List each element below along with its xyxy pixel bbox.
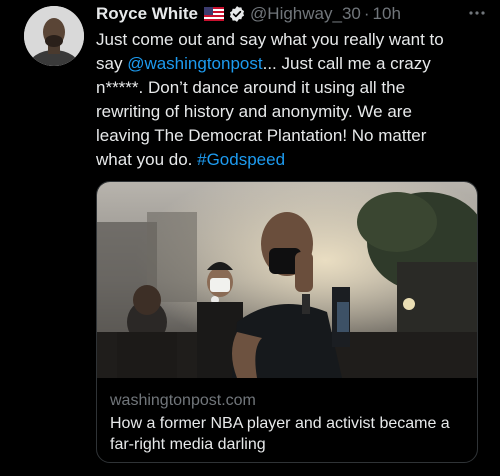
hashtag-link[interactable]: #Godspeed (197, 150, 285, 169)
tweet-time[interactable]: 10h (373, 4, 401, 24)
card-domain: washingtonpost.com (110, 392, 256, 409)
card-title[interactable]: How a former NBA player and activist bec… (110, 413, 466, 455)
verified-badge-icon (229, 6, 245, 22)
separator-dot: · (363, 4, 370, 23)
link-card[interactable]: washingtonpost.com How a former NBA play… (96, 181, 478, 463)
mention-link[interactable]: @washingtonpost (127, 54, 262, 73)
author-name[interactable]: Royce White (96, 4, 198, 24)
more-options-icon[interactable] (466, 4, 488, 22)
avatar[interactable] (24, 6, 84, 66)
us-flag-icon (204, 7, 225, 21)
avatar-photo (24, 6, 84, 66)
tweet-text: Just come out and say what you really wa… (96, 28, 466, 172)
author-handle[interactable]: @Highway_30 (250, 4, 361, 24)
tweet[interactable]: Royce White @Highway_30 · 10h Just come … (0, 0, 500, 476)
card-image (97, 182, 477, 378)
tweet-header: Royce White @Highway_30 · 10h (96, 0, 488, 28)
